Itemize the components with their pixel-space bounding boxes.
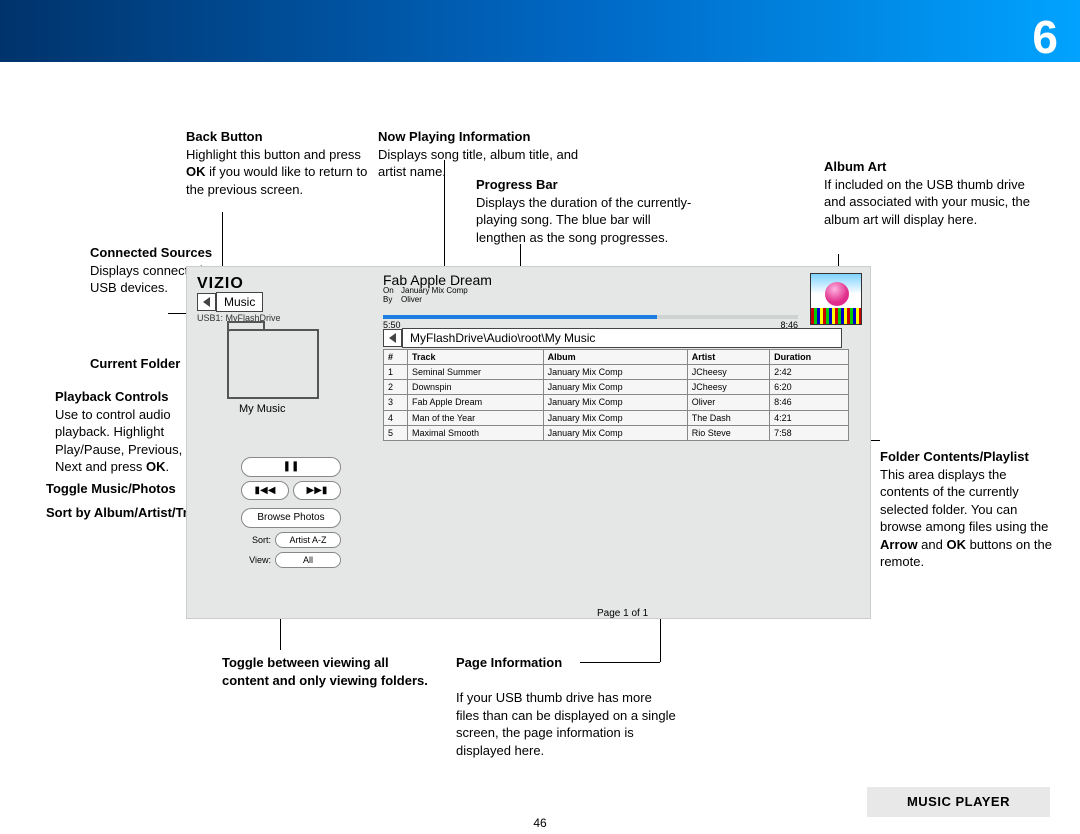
callout-title: Connected Sources (90, 245, 212, 260)
cell-album: January Mix Comp (543, 380, 687, 395)
breadcrumb-back[interactable] (383, 329, 402, 347)
chevron-left-icon (389, 333, 396, 343)
music-player-panel: VIZIO Music USB1: MyFlashDrive My Music … (186, 266, 871, 619)
progress-bar[interactable] (383, 315, 798, 319)
callout-body: If included on the USB thumb drive and a… (824, 177, 1030, 227)
callout-body: This area displays the contents of the c… (880, 467, 1052, 570)
callout-title: Folder Contents/Playlist (880, 449, 1029, 464)
cell-track: Downspin (408, 380, 544, 395)
current-folder-name: My Music (239, 402, 285, 417)
table-row[interactable]: 4Man of the YearJanuary Mix CompThe Dash… (384, 410, 849, 425)
col-artist: Artist (687, 350, 769, 365)
callout-body: Displays song title, album title, and ar… (378, 147, 578, 180)
callout-body: Displays the duration of the currently-p… (476, 195, 691, 245)
breadcrumb: MyFlashDrive\Audio\root\My Music (383, 329, 842, 347)
back-button[interactable] (197, 293, 216, 311)
callout-folder-contents: Folder Contents/Playlist This area displ… (880, 448, 1055, 571)
track-table-wrap: # Track Album Artist Duration 1Seminal S… (383, 349, 849, 441)
view-label: View: (241, 554, 271, 566)
leader-line (660, 612, 661, 662)
table-row[interactable]: 5Maximal SmoothJanuary Mix CompRio Steve… (384, 425, 849, 440)
callout-page-info: Page Information If your USB thumb drive… (456, 654, 676, 759)
cell-duration: 7:58 (770, 425, 849, 440)
cell-artist: Rio Steve (687, 425, 769, 440)
pause-button[interactable]: ❚❚ (241, 457, 341, 477)
table-row[interactable]: 1Seminal SummerJanuary Mix CompJCheesy2:… (384, 365, 849, 380)
table-header-row: # Track Album Artist Duration (384, 350, 849, 365)
callout-title: Playback Controls (55, 389, 168, 404)
callout-title: Page Information (456, 655, 562, 670)
leader-line (444, 160, 445, 270)
cell-track: Seminal Summer (408, 365, 544, 380)
table-row[interactable]: 3Fab Apple DreamJanuary Mix CompOliver8:… (384, 395, 849, 410)
cell-duration: 6:20 (770, 380, 849, 395)
col-album: Album (543, 350, 687, 365)
col-num: # (384, 350, 408, 365)
progress-fill (383, 315, 657, 319)
prev-button[interactable]: ▮◀◀ (241, 481, 289, 501)
col-duration: Duration (770, 350, 849, 365)
col-track: Track (408, 350, 544, 365)
chapter-number: 6 (1032, 6, 1058, 68)
breadcrumb-path: MyFlashDrive\Audio\root\My Music (402, 328, 842, 348)
now-playing-meta: OnJanuary Mix Comp ByOliver (383, 287, 468, 305)
callout-title: Progress Bar (476, 177, 558, 192)
page-info: Page 1 of 1 (597, 607, 648, 621)
cell-artist: JCheesy (687, 365, 769, 380)
cell-n: 5 (384, 425, 408, 440)
leader-line (580, 662, 660, 663)
next-button[interactable]: ▶▶▮ (293, 481, 341, 501)
cell-album: January Mix Comp (543, 395, 687, 410)
sort-select[interactable]: Artist A-Z (275, 532, 341, 548)
cell-track: Man of the Year (408, 410, 544, 425)
cell-album: January Mix Comp (543, 410, 687, 425)
chevron-left-icon (203, 297, 210, 307)
track-table[interactable]: # Track Album Artist Duration 1Seminal S… (383, 349, 849, 441)
cell-album: January Mix Comp (543, 425, 687, 440)
cell-duration: 2:42 (770, 365, 849, 380)
callout-title: Current Folder (90, 356, 180, 371)
cell-n: 3 (384, 395, 408, 410)
cell-n: 4 (384, 410, 408, 425)
table-row[interactable]: 2DownspinJanuary Mix CompJCheesy6:20 (384, 380, 849, 395)
callout-title: Toggle between viewing all content and o… (222, 655, 428, 688)
section-footer-label: MUSIC PLAYER (867, 787, 1050, 817)
callout-body: Highlight this button and press OK if yo… (186, 147, 367, 197)
cell-track: Fab Apple Dream (408, 395, 544, 410)
callout-album-art: Album Art If included on the USB thumb d… (824, 158, 1034, 228)
view-select[interactable]: All (275, 552, 341, 568)
cell-artist: Oliver (687, 395, 769, 410)
section-label: Music (216, 292, 263, 312)
album-art (810, 273, 862, 325)
callout-title: Toggle Music/Photos (46, 481, 176, 496)
callout-toggle-view: Toggle between viewing all content and o… (222, 654, 432, 689)
callout-body: If your USB thumb drive has more files t… (456, 690, 676, 758)
cell-duration: 4:21 (770, 410, 849, 425)
callout-title: Back Button (186, 129, 263, 144)
cell-n: 2 (384, 380, 408, 395)
callout-back-button: Back Button Highlight this button and pr… (186, 128, 381, 198)
callout-now-playing: Now Playing Information Displays song ti… (378, 128, 598, 181)
callout-body: Use to control audio playback. Highlight… (55, 407, 197, 475)
cell-n: 1 (384, 365, 408, 380)
cell-artist: JCheesy (687, 380, 769, 395)
browse-photos-button[interactable]: Browse Photos (241, 508, 341, 528)
sort-label: Sort: (241, 534, 271, 546)
callout-title: Album Art (824, 159, 886, 174)
nav-row: Music (197, 293, 263, 311)
cell-album: January Mix Comp (543, 365, 687, 380)
playback-panel: ❚❚ ▮◀◀ ▶▶▮ Browse Photos Sort: Artist A-… (241, 457, 341, 572)
folder-icon[interactable] (227, 329, 319, 399)
top-banner: 6 (0, 0, 1080, 62)
callout-progress-bar: Progress Bar Displays the duration of th… (476, 176, 696, 246)
cell-artist: The Dash (687, 410, 769, 425)
callout-title: Sort by Album/Artist/Track (46, 505, 210, 520)
page-number: 46 (0, 815, 1080, 831)
callout-title: Now Playing Information (378, 129, 530, 144)
cell-track: Maximal Smooth (408, 425, 544, 440)
cell-duration: 8:46 (770, 395, 849, 410)
